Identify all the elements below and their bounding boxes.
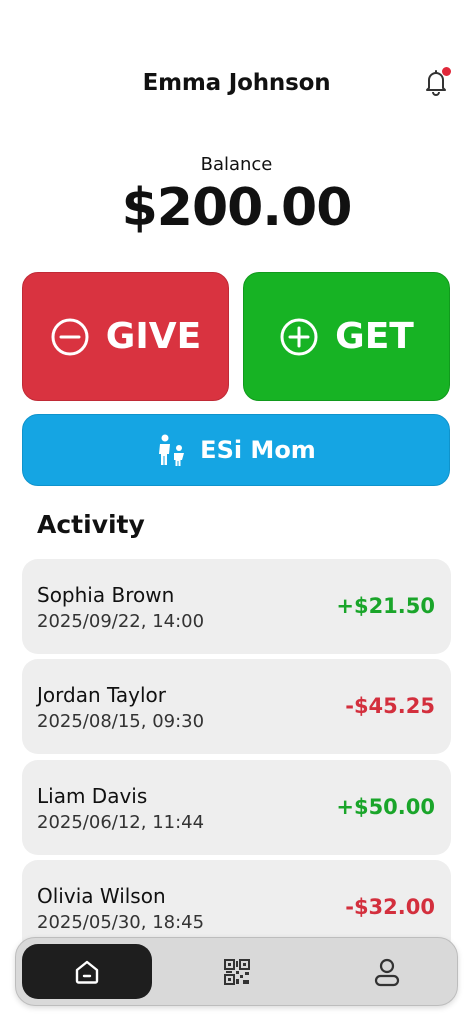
nav-qr-button[interactable]	[172, 944, 302, 999]
give-button[interactable]: GIVE	[22, 272, 229, 401]
get-button-label: GET	[335, 316, 414, 357]
home-icon	[75, 960, 99, 984]
profile-icon	[374, 958, 400, 986]
activity-item-amount: -$45.25	[345, 694, 435, 718]
activity-item-name: Sophia Brown	[37, 583, 175, 607]
give-button-label: GIVE	[105, 316, 202, 357]
activity-item-name: Jordan Taylor	[37, 683, 167, 707]
parent-child-icon	[159, 434, 185, 466]
parent-account-button[interactable]: ESi Mom	[22, 414, 450, 486]
nav-home-button[interactable]	[22, 944, 152, 999]
activity-item-name: Olivia Wilson	[37, 884, 166, 908]
activity-item-amount: +$21.50	[336, 594, 435, 618]
activity-item-date: 2025/09/22, 14:00	[37, 611, 205, 632]
activity-item[interactable]: Jordan Taylor 2025/08/15, 09:30 -$45.25	[22, 659, 451, 754]
qr-code-icon	[224, 958, 250, 985]
notification-badge	[442, 67, 451, 76]
nav-profile-button[interactable]	[322, 944, 452, 999]
bottom-nav	[15, 937, 458, 1006]
activity-item-date: 2025/05/30, 18:45	[37, 912, 205, 933]
balance-amount: $200.00	[121, 178, 353, 238]
activity-item-date: 2025/06/12, 11:44	[37, 812, 205, 833]
activity-item-amount: +$50.00	[336, 795, 435, 819]
parent-account-label: ESi Mom	[200, 436, 316, 464]
activity-item-amount: -$32.00	[345, 895, 435, 919]
activity-heading: Activity	[37, 510, 145, 539]
activity-item[interactable]: Liam Davis 2025/06/12, 11:44 +$50.00	[22, 760, 451, 855]
get-button[interactable]: GET	[243, 272, 450, 401]
minus-circle-icon	[51, 318, 89, 355]
activity-item-date: 2025/08/15, 09:30	[37, 711, 205, 732]
plus-circle-icon	[280, 318, 318, 355]
activity-item-name: Liam Davis	[37, 784, 148, 808]
activity-item[interactable]: Sophia Brown 2025/09/22, 14:00 +$21.50	[22, 559, 451, 654]
balance-label: Balance	[200, 154, 273, 175]
user-name: Emma Johnson	[142, 70, 331, 96]
